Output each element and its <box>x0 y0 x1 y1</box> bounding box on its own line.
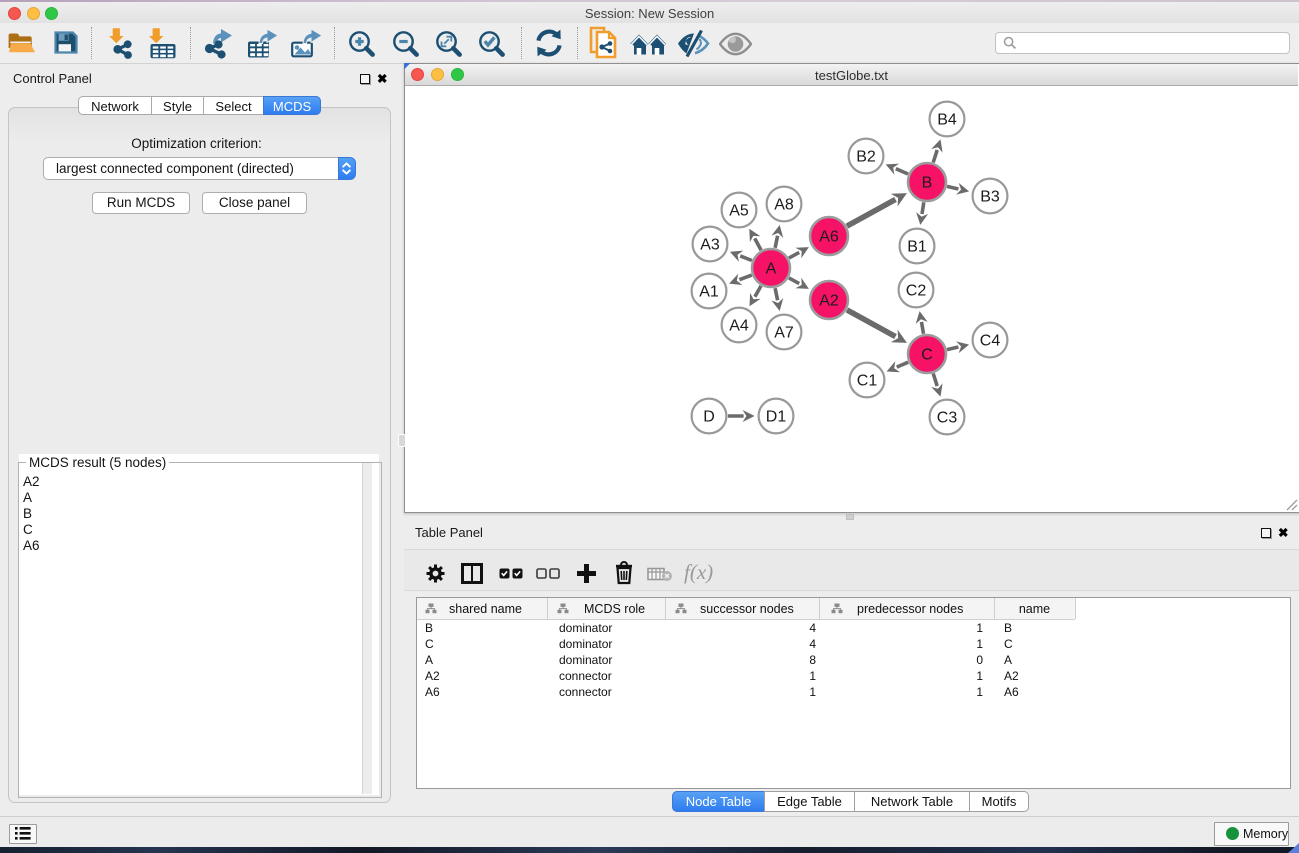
svg-text:A5: A5 <box>729 203 749 220</box>
svg-text:A4: A4 <box>729 318 749 335</box>
svg-text:D: D <box>703 409 715 426</box>
svg-text:B2: B2 <box>856 149 876 166</box>
svg-text:C1: C1 <box>857 373 878 390</box>
svg-text:D1: D1 <box>766 409 787 426</box>
svg-text:A: A <box>766 261 777 278</box>
svg-text:B1: B1 <box>907 239 927 256</box>
svg-text:C: C <box>921 347 933 364</box>
svg-text:B: B <box>922 175 933 192</box>
svg-text:A3: A3 <box>700 237 720 254</box>
svg-text:C2: C2 <box>906 283 927 300</box>
svg-text:A1: A1 <box>699 284 719 301</box>
svg-text:A7: A7 <box>774 325 794 342</box>
svg-text:B3: B3 <box>980 189 1000 206</box>
svg-text:B4: B4 <box>937 112 957 129</box>
svg-text:A6: A6 <box>819 229 839 246</box>
svg-text:A8: A8 <box>774 197 794 214</box>
svg-text:A2: A2 <box>819 293 839 310</box>
svg-text:C4: C4 <box>980 333 1001 350</box>
svg-text:C3: C3 <box>937 410 958 427</box>
